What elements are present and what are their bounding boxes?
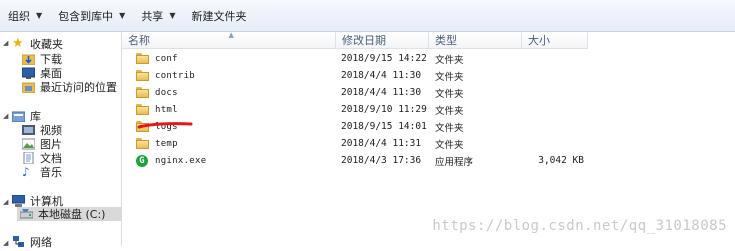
document-icon <box>22 151 36 165</box>
file-name: conf <box>155 53 178 64</box>
file-modified: 2018/4/4 11:30 <box>341 87 422 98</box>
file-row-logs[interactable]: logs 2018/9/15 14:01 文件夹 <box>122 118 735 135</box>
file-type: 应用程序 <box>435 156 474 168</box>
file-row-temp[interactable]: temp 2018/4/4 11:31 文件夹 <box>122 135 735 152</box>
file-name: contrib <box>155 70 196 81</box>
nav-pictures[interactable]: 图片 <box>21 137 62 151</box>
column-size-label: 大小 <box>528 34 550 47</box>
nav-network[interactable]: 网络 <box>12 235 52 249</box>
nginx-app-icon: G <box>136 154 148 167</box>
chevron-down-icon: ▼ <box>119 11 126 20</box>
file-size: 3,042 KB <box>538 155 584 166</box>
nav-music-label: 音乐 <box>40 166 62 179</box>
network-icon <box>12 236 26 248</box>
folder-icon <box>136 87 149 98</box>
column-type-label: 类型 <box>435 34 457 47</box>
hard-drive-icon <box>19 208 34 220</box>
share-button[interactable]: 共享 ▼ <box>133 5 183 27</box>
recent-places-icon <box>21 81 36 94</box>
file-modified: 2018/4/4 11:31 <box>341 138 422 149</box>
column-modified-label: 修改日期 <box>342 34 386 47</box>
include-in-library-button[interactable]: 包含到库中 ▼ <box>50 5 133 27</box>
file-modified: 2018/9/10 11:29 <box>341 104 427 115</box>
new-folder-label: 新建文件夹 <box>191 9 247 23</box>
music-icon: ♪ <box>22 165 30 179</box>
nav-recent-places[interactable]: 最近访问的位置 <box>21 80 117 94</box>
include-in-library-label: 包含到库中 <box>58 9 114 23</box>
downloads-folder-icon <box>21 53 36 66</box>
file-type: 文件夹 <box>435 122 464 134</box>
column-name-label: 名称 <box>128 34 150 47</box>
nav-recent-label: 最近访问的位置 <box>40 81 117 94</box>
chevron-down-icon: ▼ <box>36 11 43 20</box>
library-icon <box>11 110 26 123</box>
nav-network-label: 网络 <box>30 236 52 249</box>
file-type: 文件夹 <box>435 71 464 83</box>
folder-icon <box>136 53 149 64</box>
watermark-text: https://blog.csdn.net/qq_31018085 <box>432 218 727 234</box>
new-folder-button[interactable]: 新建文件夹 <box>183 5 254 27</box>
nav-music[interactable]: ♪ 音乐 <box>22 165 62 179</box>
folder-icon <box>136 138 149 149</box>
command-bar: 组织 ▼ 包含到库中 ▼ 共享 ▼ 新建文件夹 <box>0 0 735 32</box>
nav-desktop[interactable]: 桌面 <box>21 66 62 80</box>
organize-label: 组织 <box>8 9 30 23</box>
expand-arrow-icon[interactable]: ◢ <box>3 39 8 47</box>
column-header-modified[interactable]: 修改日期 <box>336 32 429 49</box>
sort-up-icon: ▲ <box>228 31 234 39</box>
file-modified: 2018/4/4 11:30 <box>341 70 422 81</box>
file-row-docs[interactable]: docs 2018/4/4 11:30 文件夹 <box>122 84 735 101</box>
folder-icon <box>136 70 149 81</box>
file-row-nginx-exe[interactable]: Gnginx.exe 2018/4/3 17:36 应用程序 3,042 KB <box>122 152 735 169</box>
file-name: nginx.exe <box>155 155 207 166</box>
nav-local-disk-label: 本地磁盘 (C:) <box>38 208 106 221</box>
file-type: 文件夹 <box>435 54 464 66</box>
chevron-down-icon: ▼ <box>169 11 176 20</box>
nav-local-disk-c[interactable]: 本地磁盘 (C:) <box>17 207 123 221</box>
nav-favorites[interactable]: ★ 收藏夹 <box>12 37 63 51</box>
nav-downloads[interactable]: 下载 <box>21 52 62 66</box>
expand-arrow-icon[interactable]: ◢ <box>3 112 8 120</box>
organize-button[interactable]: 组织 ▼ <box>0 5 50 27</box>
file-row-conf[interactable]: conf 2018/9/15 14:22 文件夹 <box>122 50 735 67</box>
file-list: ▲ 名称 修改日期 类型 大小 conf 2018/9/15 14:22 文件夹… <box>122 31 735 246</box>
file-modified: 2018/9/15 14:01 <box>341 121 427 132</box>
file-row-html[interactable]: html 2018/9/10 11:29 文件夹 <box>122 101 735 118</box>
video-icon <box>22 124 36 136</box>
column-header-name[interactable]: ▲ 名称 <box>122 31 336 49</box>
expand-arrow-icon[interactable]: ◢ <box>3 198 8 206</box>
column-header-type[interactable]: 类型 <box>429 32 522 49</box>
nav-favorites-label: 收藏夹 <box>30 38 63 51</box>
desktop-icon <box>21 67 36 79</box>
file-name: html <box>155 104 178 115</box>
column-header-size[interactable]: 大小 <box>522 32 588 49</box>
navigation-pane: ◢ ★ 收藏夹 下载 桌面 最近访问的位置 ◢ 库 视频 图片 文档 ♪ 音乐 … <box>0 32 123 249</box>
nav-documents[interactable]: 文档 <box>22 151 62 165</box>
computer-icon <box>11 194 26 207</box>
file-name: docs <box>155 87 178 98</box>
picture-icon <box>21 138 36 150</box>
red-underline-annotation <box>137 122 193 129</box>
star-icon: ★ <box>12 36 24 51</box>
nav-videos[interactable]: 视频 <box>22 123 62 137</box>
nav-libraries[interactable]: 库 <box>11 109 41 123</box>
file-name: temp <box>155 138 178 149</box>
share-label: 共享 <box>141 9 164 23</box>
folder-icon <box>136 104 149 115</box>
file-row-contrib[interactable]: contrib 2018/4/4 11:30 文件夹 <box>122 67 735 84</box>
file-modified: 2018/9/15 14:22 <box>341 53 427 64</box>
file-type: 文件夹 <box>435 88 464 100</box>
file-type: 文件夹 <box>435 139 464 151</box>
file-modified: 2018/4/3 17:36 <box>341 155 422 166</box>
file-type: 文件夹 <box>435 105 464 117</box>
